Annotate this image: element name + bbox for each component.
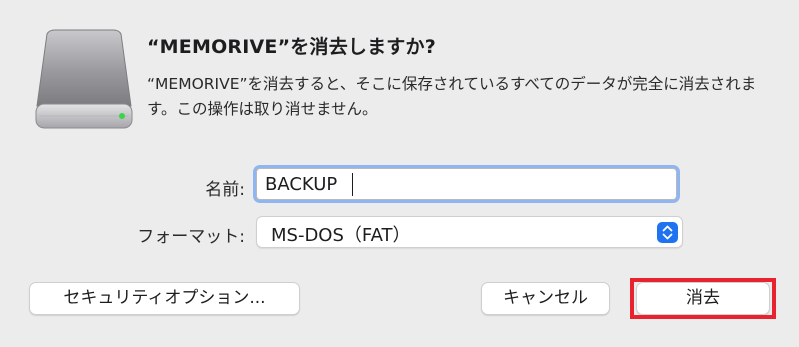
erase-disk-dialog: “MEMORIVE”を消去しますか? “MEMORIVE”を消去すると、そこに保… [0,0,799,347]
text-caret [352,173,353,196]
dialog-message: “MEMORIVE”を消去すると、そこに保存されているすべてのデータが完全に消去… [147,75,757,118]
name-label: 名前: [205,180,245,200]
security-options-button[interactable]: セキュリティオプション... [29,282,300,315]
format-selected-value: MS-DOS（FAT） [271,225,411,246]
chevron-up-down-icon[interactable] [657,222,678,243]
external-drive-icon [35,29,133,129]
erase-button-highlight [630,278,776,319]
format-select[interactable]: MS-DOS（FAT） [256,216,683,248]
name-field[interactable] [256,168,677,200]
dialog-title: “MEMORIVE”を消去しますか? [147,36,436,58]
format-label: フォーマット: [137,227,245,247]
cancel-button[interactable]: キャンセル [481,282,610,315]
